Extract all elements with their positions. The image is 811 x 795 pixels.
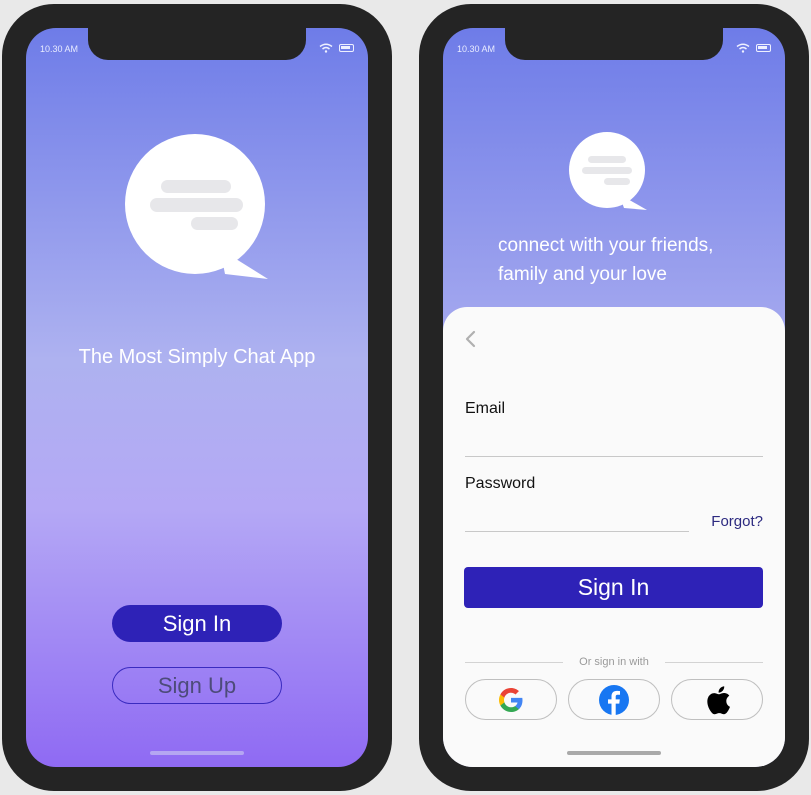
facebook-icon <box>599 684 629 715</box>
sign-in-tagline: connect with your friends, family and yo… <box>498 231 713 289</box>
google-sign-in-button[interactable] <box>465 679 557 720</box>
tagline-line-1: connect with your friends, <box>498 235 714 256</box>
battery-icon <box>756 44 771 52</box>
divider-line <box>664 661 764 663</box>
status-icons <box>319 43 354 53</box>
social-sign-in-row <box>465 679 763 720</box>
divider-line <box>465 661 564 663</box>
notch <box>505 28 723 60</box>
forgot-password-link[interactable]: Forgot? <box>711 513 763 530</box>
facebook-sign-in-button[interactable] <box>568 679 660 720</box>
notch <box>88 28 306 60</box>
chat-bubble-logo <box>569 132 647 210</box>
back-chevron-icon[interactable] <box>461 329 481 349</box>
status-time: 10.30 AM <box>457 44 496 54</box>
apple-sign-in-button[interactable] <box>671 679 763 720</box>
chat-bubble-logo <box>125 134 268 279</box>
phone-sign-in: 10.30 AM connect with your friends, fami… <box>419 4 809 791</box>
sign-in-screen: 10.30 AM connect with your friends, fami… <box>443 28 785 767</box>
sign-in-button[interactable]: Sign In <box>112 605 282 642</box>
email-label: Email <box>465 400 506 417</box>
battery-icon <box>339 44 354 52</box>
google-icon <box>499 687 523 712</box>
wifi-icon <box>736 43 750 53</box>
home-indicator[interactable] <box>150 751 244 755</box>
status-icons <box>736 43 771 53</box>
sign-in-button[interactable]: Sign In <box>464 567 763 608</box>
apple-icon <box>707 685 730 714</box>
sign-in-sheet: Email Password Forgot? Sign In Or sign i… <box>443 307 785 767</box>
or-divider: Or sign in with <box>465 656 764 668</box>
status-time: 10.30 AM <box>40 44 79 54</box>
or-sign-in-label: Or sign in with <box>579 656 649 668</box>
welcome-screen: 10.30 AM The Most Simply Chat App Sign I… <box>26 28 368 767</box>
password-label: Password <box>465 475 536 492</box>
sign-up-button[interactable]: Sign Up <box>112 667 282 704</box>
phone-welcome: 10.30 AM The Most Simply Chat App Sign I… <box>2 4 392 791</box>
password-field[interactable] <box>465 531 689 532</box>
tagline-line-2: family and your love <box>498 264 667 285</box>
home-indicator[interactable] <box>567 751 661 755</box>
app-tagline: The Most Simply Chat App <box>78 346 316 368</box>
wifi-icon <box>319 43 333 53</box>
email-field[interactable] <box>465 456 763 457</box>
